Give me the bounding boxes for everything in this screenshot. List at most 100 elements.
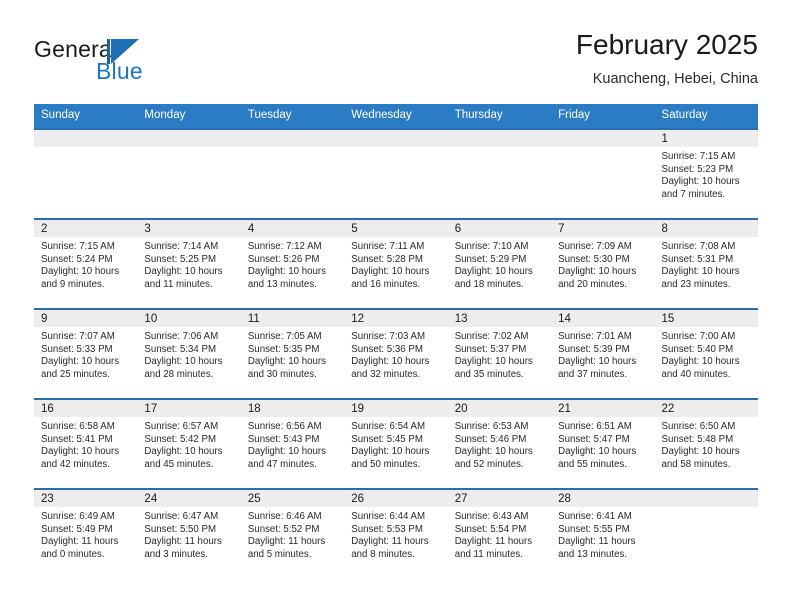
calendar-day-cell[interactable]: 7 Sunrise: 7:09 AM Sunset: 5:30 PM Daylight… <box>551 220 655 308</box>
calendar-day-cell[interactable]: 11 Sunrise: 7:05 AM Sunset: 5:35 PM Dayligh… <box>240 310 345 398</box>
sunset-text: Sunset: 5:42 PM <box>144 433 217 445</box>
day-details: Sunrise: 6:58 AM Sunset: 5:41 PM Daylight:… <box>34 417 137 471</box>
daylight-text: Daylight: 10 hours and 50 minutes. <box>351 446 430 470</box>
day-details: Sunrise: 7:01 AM Sunset: 5:39 PM Daylight:… <box>551 327 654 381</box>
sunset-text: Sunset: 5:48 PM <box>661 433 734 445</box>
calendar-day-cell-empty <box>137 130 241 218</box>
day-number: 14 <box>551 310 655 327</box>
calendar-day-cell[interactable]: 24 Sunrise: 6:47 AM Sunset: 5:50 PM Dayligh… <box>137 490 241 578</box>
sunset-text: Sunset: 5:40 PM <box>661 343 734 355</box>
day-number: 18 <box>240 400 345 417</box>
day-details: Sunrise: 6:54 AM Sunset: 5:45 PM Daylight:… <box>344 417 447 471</box>
calendar-day-cell[interactable]: 5 Sunrise: 7:11 AM Sunset: 5:28 PM Daylight… <box>344 220 448 308</box>
sunrise-text: Sunrise: 7:00 AM <box>661 331 736 342</box>
daylight-text: Daylight: 10 hours and 37 minutes. <box>558 356 637 380</box>
sunset-text: Sunset: 5:23 PM <box>661 163 734 175</box>
calendar-day-cell[interactable]: 13 Sunrise: 7:02 AM Sunset: 5:37 PM Dayligh… <box>447 310 552 398</box>
calendar-day-cell[interactable]: 21 Sunrise: 6:51 AM Sunset: 5:47 PM Dayligh… <box>551 400 655 488</box>
day-details: Sunrise: 6:57 AM Sunset: 5:42 PM Daylight:… <box>137 417 240 471</box>
calendar-day-cell[interactable]: 25 Sunrise: 6:46 AM Sunset: 5:52 PM Dayligh… <box>240 490 345 578</box>
sunrise-text: Sunrise: 6:50 AM <box>661 421 736 432</box>
day-number: 8 <box>654 220 758 237</box>
daylight-text: Daylight: 10 hours and 9 minutes. <box>41 266 120 290</box>
calendar-day-cell[interactable]: 16 Sunrise: 6:58 AM Sunset: 5:41 PM Dayligh… <box>34 400 138 488</box>
calendar-day-cell[interactable]: 12 Sunrise: 7:03 AM Sunset: 5:36 PM Dayligh… <box>344 310 448 398</box>
day-details: Sunrise: 6:44 AM Sunset: 5:53 PM Daylight:… <box>344 507 447 561</box>
daylight-text: Daylight: 10 hours and 30 minutes. <box>247 356 326 380</box>
calendar-day-cell[interactable]: 27 Sunrise: 6:43 AM Sunset: 5:54 PM Dayligh… <box>447 490 552 578</box>
sunset-text: Sunset: 5:49 PM <box>41 523 113 535</box>
sunrise-text: Sunrise: 7:11 AM <box>351 241 425 252</box>
day-details: Sunrise: 6:41 AM Sunset: 5:55 PM Daylight:… <box>551 507 654 561</box>
daylight-text: Daylight: 11 hours and 3 minutes. <box>144 536 222 560</box>
day-details: Sunrise: 7:11 AM Sunset: 5:28 PM Daylight:… <box>344 237 447 291</box>
sunrise-text: Sunrise: 7:10 AM <box>454 241 529 252</box>
day-number: 11 <box>240 310 345 327</box>
sunset-text: Sunset: 5:52 PM <box>247 523 320 535</box>
calendar-page: General Blue February 2025 Kuancheng, He… <box>0 0 792 612</box>
sunrise-text: Sunrise: 6:58 AM <box>41 421 115 432</box>
daylight-text: Daylight: 10 hours and 42 minutes. <box>41 446 120 470</box>
day-details: Sunrise: 7:10 AM Sunset: 5:29 PM Daylight:… <box>448 237 551 291</box>
calendar-day-cell[interactable]: 15 Sunrise: 7:00 AM Sunset: 5:40 PM Dayligh… <box>654 310 758 398</box>
calendar-day-cell[interactable]: 14 Sunrise: 7:01 AM Sunset: 5:39 PM Dayligh… <box>551 310 655 398</box>
day-number: 6 <box>447 220 552 237</box>
sunset-text: Sunset: 5:25 PM <box>144 253 217 265</box>
day-number <box>137 130 241 147</box>
sunrise-text: Sunrise: 7:12 AM <box>247 241 322 252</box>
calendar-day-cell[interactable]: 3 Sunrise: 7:14 AM Sunset: 5:25 PM Daylight… <box>137 220 241 308</box>
day-number <box>654 490 758 507</box>
sunset-text: Sunset: 5:47 PM <box>558 433 630 445</box>
calendar-day-cell[interactable]: 23 Sunrise: 6:49 AM Sunset: 5:49 PM Dayligh… <box>34 490 138 578</box>
calendar-day-cell[interactable]: 9 Sunrise: 7:07 AM Sunset: 5:33 PM Daylight… <box>34 310 138 398</box>
calendar-day-cell[interactable]: 28 Sunrise: 6:41 AM Sunset: 5:55 PM Dayligh… <box>551 490 655 578</box>
daylight-text: Daylight: 11 hours and 8 minutes. <box>351 536 429 560</box>
sunset-text: Sunset: 5:35 PM <box>247 343 320 355</box>
calendar-day-cell[interactable]: 18 Sunrise: 6:56 AM Sunset: 5:43 PM Dayligh… <box>240 400 345 488</box>
sunrise-text: Sunrise: 7:15 AM <box>661 151 736 162</box>
weekday-header-monday: Monday <box>144 109 186 121</box>
calendar-day-cell[interactable]: 8 Sunrise: 7:08 AM Sunset: 5:31 PM Daylight… <box>654 220 758 308</box>
day-details: Sunrise: 6:43 AM Sunset: 5:54 PM Daylight:… <box>448 507 551 561</box>
calendar-day-cell[interactable]: 19 Sunrise: 6:54 AM Sunset: 5:45 PM Dayligh… <box>344 400 448 488</box>
calendar-day-cell[interactable]: 26 Sunrise: 6:44 AM Sunset: 5:53 PM Dayligh… <box>344 490 448 578</box>
day-number: 9 <box>34 310 138 327</box>
calendar-day-cell[interactable]: 22 Sunrise: 6:50 AM Sunset: 5:48 PM Dayligh… <box>654 400 758 488</box>
calendar-day-cell[interactable]: 17 Sunrise: 6:57 AM Sunset: 5:42 PM Dayligh… <box>137 400 241 488</box>
sunrise-text: Sunrise: 7:15 AM <box>41 241 115 252</box>
sunset-text: Sunset: 5:33 PM <box>41 343 113 355</box>
calendar-day-cell[interactable]: 20 Sunrise: 6:53 AM Sunset: 5:46 PM Dayligh… <box>447 400 552 488</box>
sunset-text: Sunset: 5:37 PM <box>454 343 527 355</box>
day-number: 28 <box>551 490 655 507</box>
calendar-day-cell[interactable]: 6 Sunrise: 7:10 AM Sunset: 5:29 PM Daylight… <box>447 220 552 308</box>
sunset-text: Sunset: 5:39 PM <box>558 343 630 355</box>
calendar-day-cell[interactable]: 4 Sunrise: 7:12 AM Sunset: 5:26 PM Daylight… <box>240 220 345 308</box>
daylight-text: Daylight: 11 hours and 5 minutes. <box>247 536 326 560</box>
calendar-day-cell-empty <box>551 130 655 218</box>
day-number <box>240 130 345 147</box>
weekday-header-wednesday: Wednesday <box>351 109 412 121</box>
day-number: 21 <box>551 400 655 417</box>
daylight-text: Daylight: 11 hours and 13 minutes. <box>558 536 636 560</box>
day-details: Sunrise: 7:06 AM Sunset: 5:34 PM Daylight:… <box>137 327 240 381</box>
sunset-text: Sunset: 5:31 PM <box>661 253 734 265</box>
calendar-day-cell[interactable]: 10 Sunrise: 7:06 AM Sunset: 5:34 PM Dayligh… <box>137 310 241 398</box>
weekday-header-thursday: Thursday <box>454 109 503 121</box>
day-details: Sunrise: 6:51 AM Sunset: 5:47 PM Daylight:… <box>551 417 654 471</box>
calendar-day-cell[interactable]: 1 Sunrise: 7:15 AM Sunset: 5:23 PM Daylight… <box>654 130 758 218</box>
sunset-text: Sunset: 5:43 PM <box>247 433 320 445</box>
sunrise-text: Sunrise: 6:53 AM <box>454 421 529 432</box>
day-number <box>34 130 138 147</box>
day-number: 19 <box>344 400 448 417</box>
sunrise-text: Sunrise: 6:56 AM <box>247 421 322 432</box>
day-number: 13 <box>447 310 552 327</box>
day-number: 25 <box>240 490 345 507</box>
calendar-day-cell[interactable]: 2 Sunrise: 7:15 AM Sunset: 5:24 PM Daylight… <box>34 220 138 308</box>
calendar-weeks: 1 Sunrise: 7:15 AM Sunset: 5:23 PM Daylight… <box>34 128 758 578</box>
daylight-text: Daylight: 11 hours and 11 minutes. <box>454 536 533 560</box>
day-details: Sunrise: 7:03 AM Sunset: 5:36 PM Daylight:… <box>344 327 447 381</box>
day-number: 22 <box>654 400 758 417</box>
day-details: Sunrise: 7:12 AM Sunset: 5:26 PM Daylight:… <box>241 237 344 291</box>
location-subtitle: Kuancheng, Hebei, China <box>592 71 758 87</box>
day-details: Sunrise: 6:46 AM Sunset: 5:52 PM Daylight:… <box>241 507 344 561</box>
